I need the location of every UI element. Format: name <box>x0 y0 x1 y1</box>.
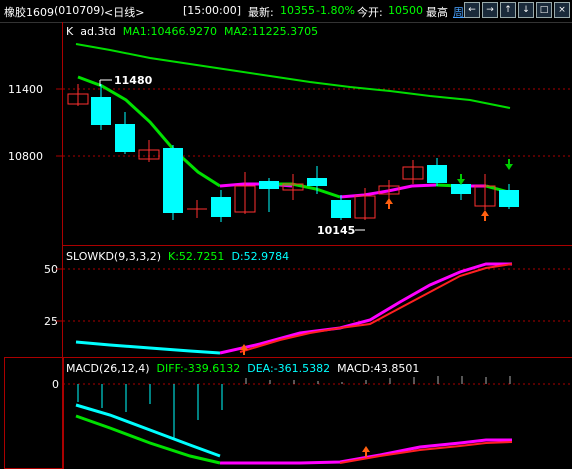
high-annot-text: 11480 <box>114 74 153 87</box>
macd-diff-line <box>75 414 221 465</box>
y-tick-11400: 11400 <box>8 83 43 96</box>
candle <box>187 200 207 218</box>
candle <box>211 190 231 222</box>
low-annot-text: 10145 <box>317 224 355 237</box>
tick-marks <box>56 88 63 322</box>
macd-buy-arrow-icon <box>362 446 370 457</box>
candle <box>427 158 447 186</box>
chart-canvas: 11400 10800 50 25 0 11480 10145 <box>8 43 570 465</box>
kd-k-line <box>239 263 513 353</box>
candle <box>163 145 183 220</box>
sell-arrow-icon <box>457 174 465 185</box>
candle <box>67 84 89 106</box>
candle <box>234 172 256 214</box>
candle <box>307 166 327 194</box>
high-annotation: 11480 <box>99 74 153 87</box>
kd-d-line <box>75 340 221 355</box>
y-tick-10800: 10800 <box>8 150 43 163</box>
low-annotation: 10145 <box>317 224 365 237</box>
candle <box>259 178 279 212</box>
buy-arrow-icon <box>481 210 489 221</box>
candle <box>115 112 135 154</box>
candle <box>138 140 160 162</box>
candle <box>474 174 496 210</box>
kd-tick-50: 50 <box>44 263 58 276</box>
kd-d-line-segment-2 <box>219 262 512 355</box>
buy-arrow-icon <box>385 198 393 209</box>
sell-arrow-icon <box>505 159 513 170</box>
macd-tick-0: 0 <box>52 378 59 391</box>
ma1-line <box>77 75 221 188</box>
candle <box>499 184 519 209</box>
candle <box>402 160 424 184</box>
candle <box>331 195 351 220</box>
macd-histogram-positive <box>245 376 511 384</box>
kd-tick-25: 25 <box>44 315 58 328</box>
candles <box>67 84 519 222</box>
ma1-line-segment-4 <box>339 183 437 199</box>
